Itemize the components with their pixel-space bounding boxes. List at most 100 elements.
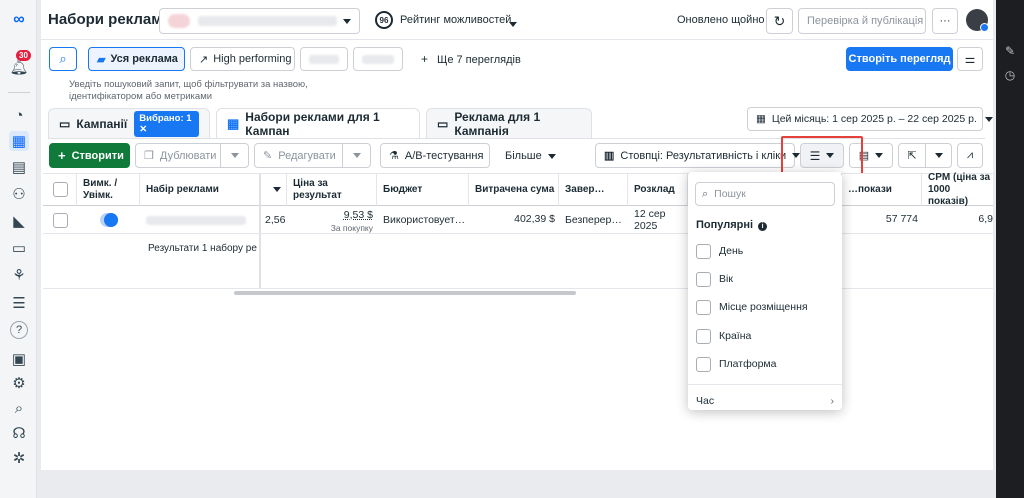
opportunity-score-badge[interactable]: 96 bbox=[375, 11, 393, 29]
cost-per-result-header[interactable]: Ціна за результат bbox=[287, 174, 377, 206]
schedule-header[interactable]: Розклад bbox=[628, 174, 688, 206]
option-checkbox[interactable] bbox=[696, 356, 711, 372]
dashboard-icon[interactable]: ◔ bbox=[9, 105, 29, 125]
search-hint-text[interactable]: Уведіть пошуковий запит, щоб фільтрувати… bbox=[69, 79, 339, 103]
breakdown-option-age[interactable]: Вік bbox=[696, 270, 733, 288]
date-range-label: Цей місяць: 1 сер 2025 р. – 22 сер 2025 … bbox=[771, 113, 977, 125]
refresh-button[interactable]: ↻ bbox=[766, 8, 793, 34]
budget-value[interactable]: Використовует… bbox=[377, 207, 469, 233]
ends-header[interactable]: Завер… bbox=[559, 174, 628, 206]
option-checkbox[interactable] bbox=[696, 328, 711, 344]
pages-icon[interactable]: ▤ bbox=[9, 157, 29, 177]
chevron-right-icon: › bbox=[830, 395, 835, 407]
help-icon[interactable]: ? bbox=[10, 321, 28, 339]
row-checkbox[interactable] bbox=[53, 212, 68, 228]
duplicate-button[interactable]: ❐ Дублювати bbox=[135, 143, 249, 168]
folder-icon: ▰ bbox=[97, 53, 106, 66]
create-view-button[interactable]: Створіть перегляд bbox=[846, 47, 953, 71]
calendar-icon: ▦ bbox=[756, 113, 766, 125]
option-label: Країна bbox=[719, 330, 752, 342]
option-checkbox[interactable] bbox=[696, 243, 711, 259]
add-view-icon[interactable]: + bbox=[421, 52, 428, 66]
tab-campaigns-label: Кампанії bbox=[76, 116, 128, 131]
duplicate-label: Дублювати bbox=[159, 149, 217, 162]
account-selector[interactable] bbox=[159, 8, 360, 34]
columns-dropdown[interactable]: ▥ Стовпці: Результативність і кліки bbox=[595, 143, 801, 168]
more-views-link[interactable]: Ще 7 переглядів bbox=[437, 54, 521, 66]
duplicate-caret[interactable] bbox=[220, 144, 248, 167]
business-icon[interactable]: ⚘ bbox=[9, 265, 29, 285]
sliders-icon: ⚌ bbox=[964, 52, 976, 66]
opportunity-score-label[interactable]: Рейтинг можливостей bbox=[400, 14, 511, 26]
meta-logo-icon[interactable]: ∞ bbox=[9, 10, 29, 30]
tab-ads-label: Реклама для 1 Кампанія bbox=[454, 109, 541, 138]
select-all-checkbox[interactable] bbox=[53, 182, 68, 197]
tab-campaigns[interactable]: ▭ Кампанії Вибрано: 1 ✕ bbox=[48, 108, 210, 138]
audiences-icon[interactable]: ⚇ bbox=[9, 184, 29, 204]
ads-manager-icon[interactable]: ▦ bbox=[9, 131, 29, 151]
edit-label: Редагувати bbox=[278, 149, 336, 162]
view-settings-button[interactable]: ⚌ bbox=[957, 47, 983, 71]
edit-pencil-icon[interactable]: ✎ bbox=[1002, 44, 1018, 60]
history-icon[interactable]: ◷ bbox=[1002, 68, 1018, 84]
adset-header[interactable]: Набір реклами bbox=[140, 174, 260, 206]
edit-button[interactable]: ✎ Редагувати bbox=[254, 143, 371, 168]
charts-button[interactable]: ⩘ bbox=[957, 143, 983, 168]
adset-name-cell[interactable] bbox=[140, 207, 260, 233]
opportunity-caret-icon[interactable] bbox=[509, 18, 517, 30]
search-toggle-button[interactable]: ⌕ bbox=[49, 47, 77, 71]
saved-view-2[interactable] bbox=[353, 47, 403, 71]
all-ads-filter[interactable]: ▰ Уся реклама bbox=[88, 47, 185, 71]
row-border bbox=[43, 233, 993, 234]
cpm-header[interactable]: CPM (ціна за 1000 показів) bbox=[922, 172, 993, 207]
sort-caret-header[interactable] bbox=[261, 174, 287, 206]
edit-caret[interactable] bbox=[342, 144, 370, 167]
settings-icon[interactable]: ⚙ bbox=[9, 373, 29, 393]
selected-badge[interactable]: Вибрано: 1 ✕ bbox=[134, 110, 199, 137]
campaign-megaphone-icon[interactable]: ◣ bbox=[9, 211, 29, 231]
notification-badge: 30 bbox=[16, 50, 31, 61]
saved-view-1[interactable] bbox=[300, 47, 348, 71]
horizontal-scrollbar[interactable] bbox=[234, 291, 576, 295]
more-options-button[interactable]: ··· bbox=[932, 8, 958, 34]
sidebar-divider bbox=[8, 92, 30, 93]
ab-test-button[interactable]: ⚗ A/B-тестування bbox=[380, 143, 490, 168]
more-actions-dropdown[interactable]: Більше bbox=[505, 150, 556, 162]
news-icon[interactable]: ▣ bbox=[9, 349, 29, 369]
row-toggle[interactable] bbox=[100, 213, 118, 227]
popular-section: Популярні i bbox=[696, 219, 768, 231]
refresh-icon: ↻ bbox=[773, 12, 786, 29]
breakdown-search-input[interactable]: ⌕ Пошук bbox=[695, 182, 835, 206]
search-icon[interactable]: ⌕ bbox=[9, 398, 29, 418]
pencil-icon: ✎ bbox=[263, 150, 273, 162]
export-button[interactable]: ⇱ bbox=[898, 143, 952, 168]
breakdown-time-submenu[interactable]: Час › bbox=[696, 395, 834, 407]
high-performing-filter[interactable]: ↗ High performing bbox=[190, 47, 295, 71]
columns-label: Стовпці: Результативність і кліки bbox=[620, 149, 787, 162]
info-icon[interactable]: i bbox=[758, 222, 768, 231]
menu-icon[interactable]: ☰ bbox=[9, 293, 29, 313]
budget-header[interactable]: Бюджет bbox=[377, 174, 469, 206]
option-checkbox[interactable] bbox=[696, 271, 711, 287]
review-publish-button[interactable]: Перевірка й публікація bbox=[798, 8, 926, 34]
impressions-header[interactable]: …покази bbox=[842, 174, 922, 206]
option-checkbox[interactable] bbox=[696, 299, 711, 315]
left-sidebar: ∞ 🔔︎ 30 ◔ ▦ ▤ ⚇ ◣ ▭ ⚘ ☰ ? ▣ ⚙ ⌕ ☊ ✲ bbox=[0, 0, 37, 498]
tab-ads[interactable]: ▭ Реклама для 1 Кампанія bbox=[426, 108, 592, 138]
cost-per-result-value[interactable]: 9,53 $ bbox=[287, 209, 373, 221]
breakdown-option-placement[interactable]: Місце розміщення bbox=[696, 298, 808, 316]
breakdown-option-day[interactable]: День bbox=[696, 242, 743, 260]
billing-icon[interactable]: ▭ bbox=[9, 238, 29, 258]
support-icon[interactable]: ☊ bbox=[9, 423, 29, 443]
breakdown-option-country[interactable]: Країна bbox=[696, 327, 751, 345]
toggle-header[interactable]: Вимк. / Увімк. bbox=[77, 174, 140, 206]
flask-icon: ⚗ bbox=[389, 150, 399, 162]
export-caret[interactable] bbox=[925, 144, 951, 167]
row-checkbox-cell bbox=[43, 207, 77, 233]
breakdown-option-platform[interactable]: Платформа bbox=[696, 355, 776, 373]
tab-adsets[interactable]: ▦ Набори реклами для 1 Кампан bbox=[216, 108, 420, 138]
bug-report-icon[interactable]: ✲ bbox=[9, 448, 29, 468]
spent-header[interactable]: Витрачена сума bbox=[469, 174, 559, 206]
create-button[interactable]: + Створити bbox=[49, 143, 130, 168]
date-range-picker[interactable]: ▦ Цей місяць: 1 сер 2025 р. – 22 сер 202… bbox=[747, 107, 993, 131]
